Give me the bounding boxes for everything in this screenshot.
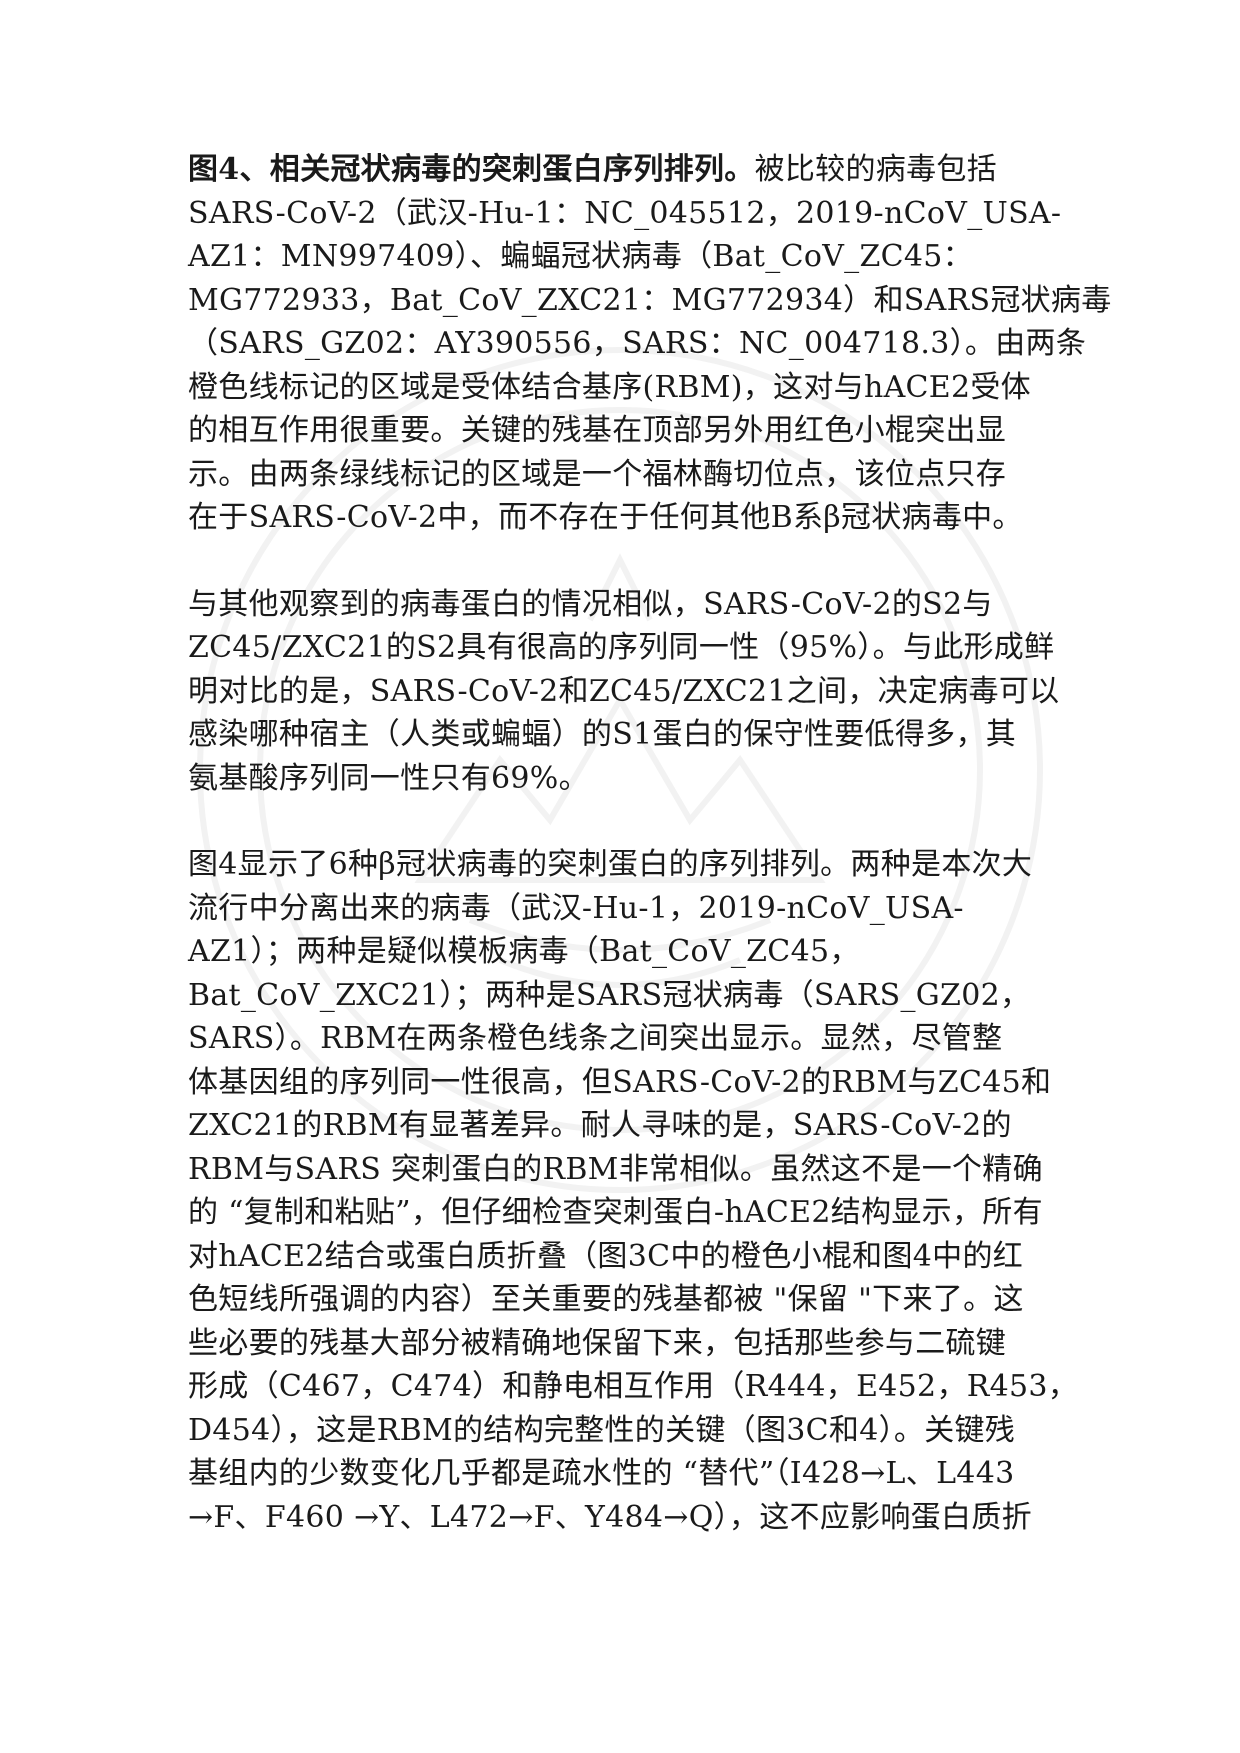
paragraph-s2-identity: 与其他观察到的病毒蛋白的情况相似，SARS-CoV-2的S2与 ZC45/ZXC… (188, 583, 1060, 801)
text-line: 明对比的是，SARS-CoV-2和ZC45/ZXC21之间，决定病毒可以 (188, 673, 1060, 709)
document-body: 图4、相关冠状病毒的突刺蛋白序列排列。被比较的病毒包括 SARS-CoV-2（武… (188, 148, 1112, 1539)
text-span: 被比较的病毒包括 (754, 152, 997, 187)
text-line: ZXC21的RBM有显著差异。耐人寻味的是，SARS-CoV-2的 (188, 1108, 1012, 1143)
text-line: RBM与SARS 突刺蛋白的RBM非常相似。虽然这不是一个精确 (188, 1151, 1043, 1187)
text-line: 橙色线标记的区域是受体结合基序(RBM)，这对与hACE2受体 (188, 369, 1031, 405)
text-line: 形成（C467，C474）和静电相互作用（R444，E452，R453， (188, 1369, 1079, 1404)
text-line: 图4显示了6种β冠状病毒的突刺蛋白的序列排列。两种是本次大 (188, 847, 1033, 882)
text-line: 基组内的少数变化几乎都是疏水性的 “替代”（I428→L、L443 (188, 1456, 1015, 1491)
text-line: 对hACE2结合或蛋白质折叠（图3C中的橙色小棍和图4中的红 (188, 1238, 1024, 1274)
text-line: 感染哪种宿主（人类或蝙蝠）的S1蛋白的保守性要低得多，其 (188, 717, 1017, 752)
text-line: MG772933，Bat_CoV_ZXC21：MG772934）和SARS冠状病… (188, 282, 1112, 318)
paragraph-figure-caption: 图4、相关冠状病毒的突刺蛋白序列排列。被比较的病毒包括 SARS-CoV-2（武… (188, 148, 1112, 540)
text-line: 的 “复制和粘贴”，但仔细检查突刺蛋白-hACE2结构显示，所有 (188, 1195, 1043, 1230)
figure-label: 图4、相关冠状病毒的突刺蛋白序列排列。 (188, 152, 755, 187)
text-line: 的相互作用很重要。关键的残基在顶部另外用红色小棍突出显 (188, 413, 1007, 448)
text-line: D454），这是RBM的结构完整性的关键（图3C和4）。关键残 (188, 1412, 1016, 1448)
text-line: AZ1）；两种是疑似模板病毒（Bat_CoV_ZC45， (188, 934, 860, 969)
text-line: →F、F460 →Y、L472→F、Y484→Q），这不应影响蛋白质折 (188, 1499, 1032, 1535)
text-line: 在于SARS-CoV-2中，而不存在于任何其他B系β冠状病毒中。 (188, 500, 1023, 535)
text-line: 氨基酸序列同一性只有69%。 (188, 760, 589, 796)
text-line: 图4、相关冠状病毒的突刺蛋白序列排列。被比较的病毒包括 (188, 148, 1048, 192)
text-line: SARS）。RBM在两条橙色线条之间突出显示。显然，尽管整 (188, 1021, 1003, 1056)
text-line: 色短线所强调的内容）至关重要的残基都被 "保留 "下来了。这 (188, 1282, 1024, 1317)
text-line: （SARS_GZ02：AY390556，SARS：NC_004718.3）。由两… (188, 326, 1087, 361)
paragraph-sequence-alignment: 图4显示了6种β冠状病毒的突刺蛋白的序列排列。两种是本次大 流行中分离出来的病毒… (188, 843, 1079, 1539)
text-line: 些必要的残基大部分被精确地保留下来，包括那些参与二硫键 (188, 1325, 1007, 1361)
text-line: 示。由两条绿线标记的区域是一个福林酶切位点，该位点只存 (188, 456, 1007, 492)
text-line: 流行中分离出来的病毒（武汉-Hu-1，2019-nCoV_USA- (188, 890, 964, 926)
text-line: Bat_CoV_ZXC21）；两种是SARS冠状病毒（SARS_GZ02， (188, 977, 1031, 1013)
text-line: SARS-CoV-2（武汉-Hu-1：NC_045512，2019-nCoV_U… (188, 195, 1062, 231)
text-line: ZC45/ZXC21的S2具有很高的序列同一性（95%）。与此形成鲜 (188, 630, 1055, 665)
text-line: 与其他观察到的病毒蛋白的情况相似，SARS-CoV-2的S2与 (188, 586, 993, 622)
text-line: AZ1：MN997409）、蝙蝠冠状病毒（Bat_CoV_ZC45： (188, 239, 973, 274)
text-line: 体基因组的序列同一性很高，但SARS-CoV-2的RBM与ZC45和 (188, 1064, 1052, 1100)
